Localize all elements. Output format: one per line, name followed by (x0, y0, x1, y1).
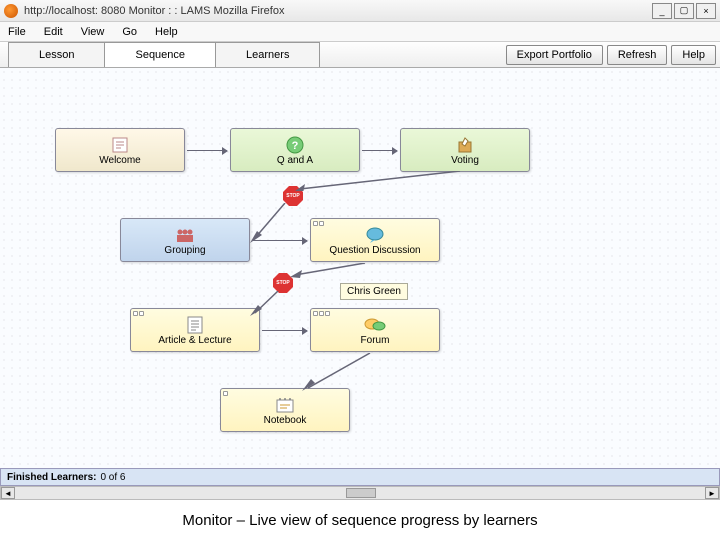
node-label: Notebook (264, 415, 307, 426)
firefox-icon (4, 4, 18, 18)
question-icon: ? (286, 135, 304, 155)
menubar: File Edit View Go Help (0, 22, 720, 42)
svg-text:?: ? (292, 140, 299, 152)
group-icon (175, 225, 195, 245)
arrow (262, 330, 307, 331)
menu-edit[interactable]: Edit (44, 26, 63, 38)
node-label: Q and A (277, 155, 313, 166)
window-controls: _ ▢ × (652, 3, 716, 19)
sequence-canvas[interactable]: Welcome ? Q and A Voting STOP Grouping Q… (0, 68, 720, 468)
tab-group: Lesson Sequence Learners (8, 42, 319, 67)
document-icon (187, 315, 203, 335)
status-bar: Finished Learners: 0 of 6 (0, 468, 720, 486)
arrow (295, 171, 465, 191)
arrow (300, 353, 375, 393)
arrow (187, 150, 227, 151)
notebook-icon (276, 395, 294, 415)
ballot-icon (456, 135, 474, 155)
learner-dots (313, 221, 324, 226)
status-value: 0 of 6 (100, 472, 125, 483)
scroll-right-arrow[interactable]: ► (705, 487, 719, 499)
node-label: Forum (361, 335, 390, 346)
node-label: Voting (451, 155, 479, 166)
learner-badge-chris[interactable]: Chris Green (340, 283, 408, 300)
minimize-button[interactable]: _ (652, 3, 672, 19)
menu-view[interactable]: View (81, 26, 105, 38)
menu-go[interactable]: Go (122, 26, 137, 38)
horizontal-scrollbar[interactable]: ◄ ► (0, 486, 720, 500)
tab-lesson[interactable]: Lesson (8, 42, 105, 67)
node-voting[interactable]: Voting (400, 128, 530, 172)
noticeboard-icon (111, 135, 129, 155)
node-label: Welcome (99, 155, 141, 166)
arrow (252, 240, 307, 241)
node-qanda[interactable]: ? Q and A (230, 128, 360, 172)
arrow (362, 150, 397, 151)
arrow (290, 263, 370, 278)
export-portfolio-button[interactable]: Export Portfolio (506, 45, 603, 65)
menu-help[interactable]: Help (155, 26, 178, 38)
arrow (250, 203, 290, 243)
chat-icon (365, 225, 385, 245)
node-question-discussion[interactable]: Question Discussion (310, 218, 440, 262)
window-title: http://localhost: 8080 Monitor : : LAMS … (24, 5, 652, 17)
refresh-button[interactable]: Refresh (607, 45, 668, 65)
toolbar: Lesson Sequence Learners Export Portfoli… (0, 42, 720, 68)
learner-dots (133, 311, 144, 316)
help-button[interactable]: Help (671, 45, 716, 65)
node-welcome[interactable]: Welcome (55, 128, 185, 172)
node-label: Article & Lecture (158, 335, 231, 346)
node-label: Grouping (164, 245, 205, 256)
node-forum[interactable]: Forum (310, 308, 440, 352)
maximize-button[interactable]: ▢ (674, 3, 694, 19)
close-button[interactable]: × (696, 3, 716, 19)
slide-caption: Monitor – Live view of sequence progress… (0, 500, 720, 541)
tab-sequence[interactable]: Sequence (104, 42, 216, 67)
forum-icon (364, 315, 386, 335)
node-grouping[interactable]: Grouping (120, 218, 250, 262)
learner-dots (223, 391, 228, 396)
learner-dots (313, 311, 330, 316)
arrow (250, 291, 280, 316)
node-notebook[interactable]: Notebook (220, 388, 350, 432)
status-label: Finished Learners: (7, 472, 96, 483)
node-label: Question Discussion (329, 245, 420, 256)
node-article-lecture[interactable]: Article & Lecture (130, 308, 260, 352)
tab-learners[interactable]: Learners (215, 42, 320, 67)
scroll-thumb[interactable] (346, 488, 376, 498)
menu-file[interactable]: File (8, 26, 26, 38)
window-titlebar: http://localhost: 8080 Monitor : : LAMS … (0, 0, 720, 22)
scroll-left-arrow[interactable]: ◄ (1, 487, 15, 499)
